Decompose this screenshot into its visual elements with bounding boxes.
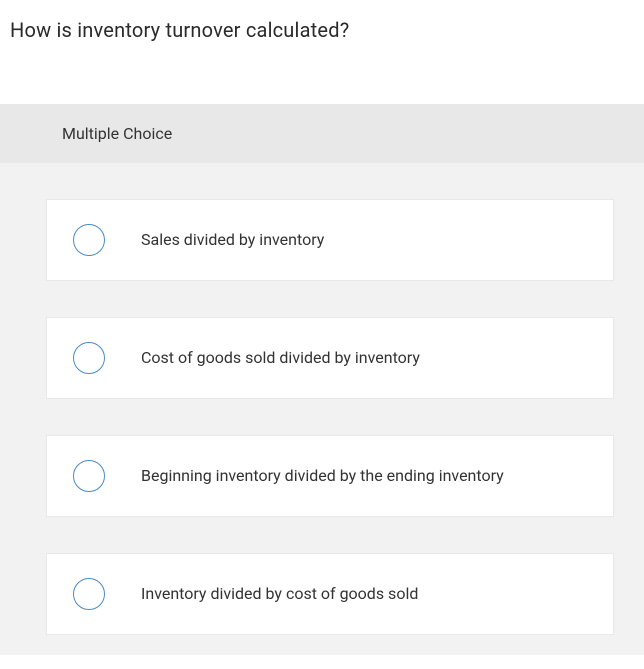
question-text: How is inventory turnover calculated? [0, 0, 644, 42]
option-item[interactable]: Sales divided by inventory [46, 199, 614, 281]
radio-icon[interactable] [73, 224, 105, 256]
option-label: Beginning inventory divided by the endin… [141, 464, 504, 488]
radio-icon[interactable] [73, 460, 105, 492]
multiple-choice-container: Multiple Choice Sales divided by invento… [0, 104, 644, 655]
option-label: Inventory divided by cost of goods sold [141, 582, 418, 606]
option-label: Cost of goods sold divided by inventory [141, 346, 420, 370]
section-header: Multiple Choice [0, 104, 644, 163]
option-item[interactable]: Cost of goods sold divided by inventory [46, 317, 614, 399]
option-label: Sales divided by inventory [141, 228, 324, 252]
radio-icon[interactable] [73, 342, 105, 374]
options-list: Sales divided by inventory Cost of goods… [0, 163, 644, 635]
radio-icon[interactable] [73, 578, 105, 610]
option-item[interactable]: Beginning inventory divided by the endin… [46, 435, 614, 517]
option-item[interactable]: Inventory divided by cost of goods sold [46, 553, 614, 635]
